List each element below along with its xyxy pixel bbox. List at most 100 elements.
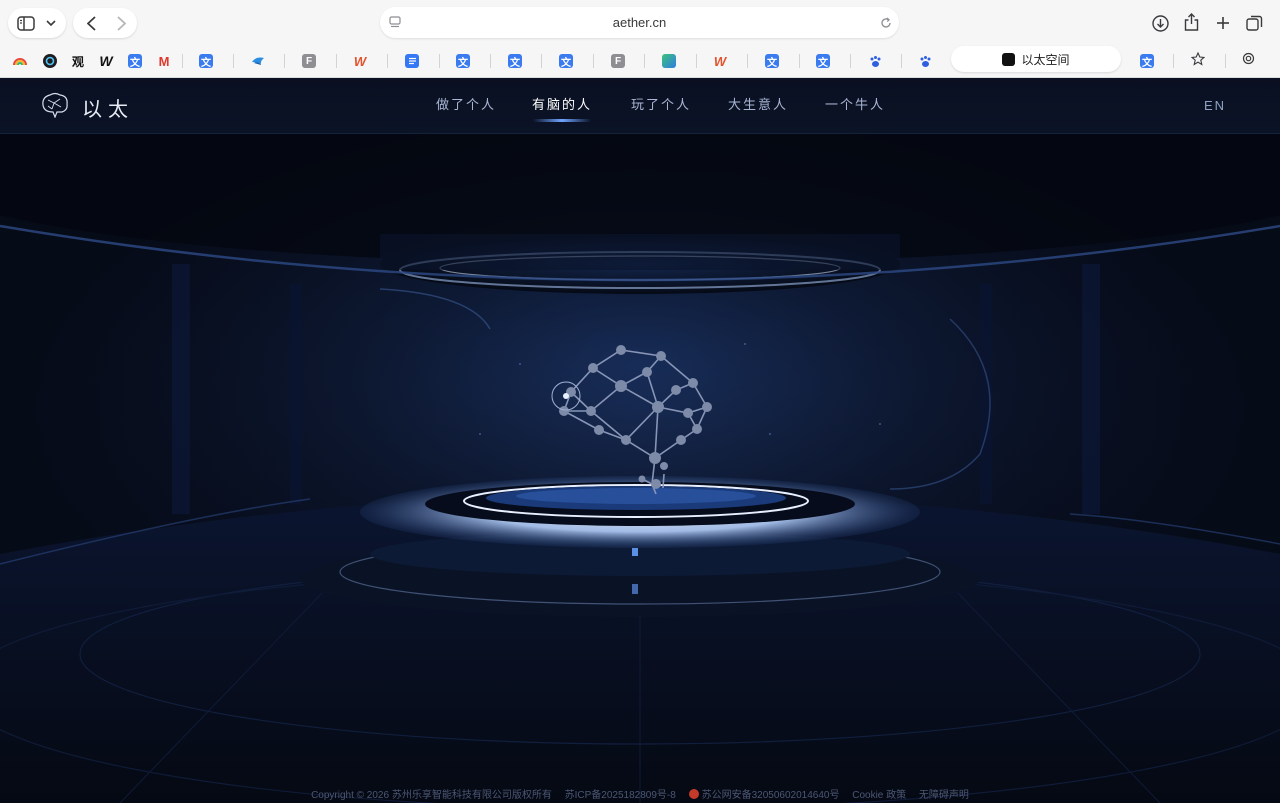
f-icon: F: [611, 54, 625, 68]
wps-icon: W: [353, 53, 367, 69]
bookmark-bird[interactable]: [247, 50, 269, 72]
browser-toolbar: aether.cn: [0, 0, 1280, 44]
bookmark-divider: [696, 54, 697, 68]
active-tab-title: 以太空间: [1021, 52, 1070, 67]
nav-item-1[interactable]: 有脑的人: [532, 94, 592, 113]
bookmark-openai[interactable]: [1237, 50, 1259, 72]
bookmark-divider: [284, 54, 285, 68]
active-nav-indicator: [533, 119, 591, 122]
active-tab[interactable]: 以太空间: [951, 46, 1121, 72]
bookmark-paw[interactable]: [864, 50, 886, 72]
cookie-policy-link[interactable]: Cookie 政策: [852, 790, 906, 801]
bookmark-divider: [901, 54, 902, 68]
bookmark-doc[interactable]: 文: [195, 50, 217, 72]
new-tab-icon[interactable]: [1213, 13, 1233, 33]
bookmark-divider: [387, 54, 388, 68]
accessibility-link[interactable]: 无障碍声明: [919, 790, 969, 801]
paw-icon: [918, 54, 932, 68]
bird-icon: [251, 54, 265, 68]
forward-icon[interactable]: [113, 15, 129, 31]
bookmark-divider: [439, 54, 440, 68]
icp-link[interactable]: 苏ICP备2025182809号-8: [565, 790, 676, 801]
nav-item-3[interactable]: 大生意人: [728, 94, 788, 113]
bookmark-doc[interactable]: 文: [555, 50, 577, 72]
police-record-link[interactable]: 苏公网安备32050602014640号: [688, 789, 840, 801]
bookmark-paw[interactable]: [914, 50, 936, 72]
download-icon[interactable]: [1150, 13, 1170, 33]
reload-icon[interactable]: [879, 16, 893, 30]
bookmark-divider: [747, 54, 748, 68]
main-nav: 做了个人 有脑的人 玩了个人 大生意人 一个牛人: [0, 94, 1280, 124]
hero-stage: [0, 134, 1280, 803]
bookmark-divider: [336, 54, 337, 68]
bookmark-w[interactable]: W: [95, 50, 117, 72]
doc-icon: 文: [199, 54, 213, 69]
bookmark-lines[interactable]: [401, 50, 423, 72]
doc-icon: 文: [559, 54, 573, 69]
share-icon[interactable]: [1181, 12, 1201, 32]
doc-icon: 文: [508, 54, 522, 69]
bookmark-divider: [1225, 54, 1226, 68]
paw-icon: [868, 54, 882, 68]
doc-icon: 文: [816, 54, 830, 69]
doc-icon: 文: [128, 54, 142, 69]
star-icon: [1190, 51, 1206, 71]
brain-favicon-icon: [1002, 52, 1016, 66]
f-icon: F: [302, 54, 316, 68]
bookmark-gmail[interactable]: M: [153, 50, 175, 72]
doc-icon: 文: [456, 54, 470, 69]
chevron-down-icon[interactable]: [44, 16, 58, 30]
nav-item-0[interactable]: 做了个人: [436, 94, 496, 113]
bookmark-doc[interactable]: 文: [504, 50, 526, 72]
bookmark-doc[interactable]: 文: [812, 50, 834, 72]
sidebar-toggle-group: [8, 8, 66, 38]
guan-icon: 观: [71, 54, 84, 69]
nav-item-2[interactable]: 玩了个人: [631, 94, 691, 113]
cube-icon: [662, 54, 676, 68]
address-bar[interactable]: aether.cn: [380, 7, 899, 38]
bookmark-divider: [593, 54, 594, 68]
bookmark-circle[interactable]: [39, 50, 61, 72]
bookmark-f[interactable]: F: [607, 50, 629, 72]
tab-overview-icon[interactable]: [1244, 13, 1264, 33]
site-footer: Copyright © 2026 苏州乐享智能科技有限公司版权所有 苏ICP备2…: [0, 786, 1280, 802]
bookmark-divider: [644, 54, 645, 68]
notes-icon: [405, 54, 419, 68]
back-icon[interactable]: [83, 15, 99, 31]
bookmark-doc[interactable]: 文: [124, 50, 146, 72]
bookmark-divider: [1173, 54, 1174, 68]
bookmark-wps[interactable]: W: [709, 50, 731, 72]
bookmark-guan[interactable]: 观: [67, 50, 89, 72]
w-logo-icon: W: [99, 53, 113, 69]
sidebar-icon[interactable]: [16, 14, 36, 32]
bookmark-divider: [799, 54, 800, 68]
gmail-icon: M: [158, 53, 170, 69]
nav-item-4[interactable]: 一个牛人: [825, 94, 885, 113]
bookmark-rainbow[interactable]: [9, 50, 31, 72]
bookmark-divider: [490, 54, 491, 68]
police-text: 苏公网安备32050602014640号: [701, 790, 840, 801]
bookmark-doc[interactable]: 文: [452, 50, 474, 72]
bookmark-wps[interactable]: W: [349, 50, 371, 72]
openai-icon: [1242, 52, 1255, 70]
doc-icon: 文: [765, 54, 779, 69]
bookmark-divider: [182, 54, 183, 68]
wps-icon: W: [713, 53, 727, 69]
police-badge-icon: [688, 789, 699, 799]
copyright-text: Copyright © 2026 苏州乐享智能科技有限公司版权所有: [311, 790, 552, 801]
bookmark-star[interactable]: [1187, 50, 1209, 72]
bookmark-doc[interactable]: 文: [1136, 50, 1158, 72]
target-icon: [43, 54, 57, 68]
bookmark-cube[interactable]: [658, 50, 680, 72]
bookmark-divider: [541, 54, 542, 68]
bookmark-f[interactable]: F: [298, 50, 320, 72]
bookmark-doc[interactable]: 文: [761, 50, 783, 72]
bookmark-divider: [233, 54, 234, 68]
rainbow-icon: [13, 54, 27, 68]
language-switch[interactable]: EN: [1204, 98, 1226, 113]
website-viewport: 以太 做了个人 有脑的人 玩了个人 大生意人 一个牛人 EN: [0, 78, 1280, 803]
site-header: 以太 做了个人 有脑的人 玩了个人 大生意人 一个牛人 EN: [0, 78, 1280, 134]
doc-icon: 文: [1140, 54, 1154, 69]
bookmark-divider: [850, 54, 851, 68]
history-nav-group: [73, 8, 137, 38]
